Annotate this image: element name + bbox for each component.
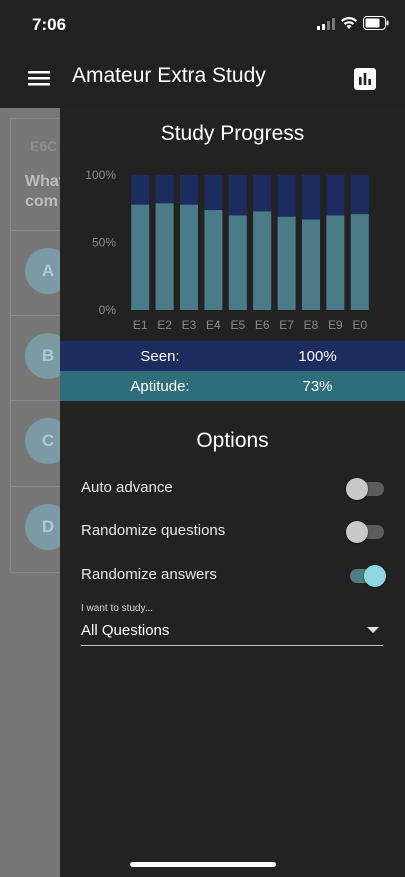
hamburger-menu-icon[interactable]: [28, 68, 50, 88]
aptitude-bar: [253, 211, 272, 310]
x-tick-label: E1: [133, 318, 148, 332]
option-auto-advance: Auto advance: [81, 475, 386, 501]
y-tick-label: 50%: [92, 236, 116, 250]
x-tick-label: E7: [279, 318, 294, 332]
seen-stat-row: Seen: 100%: [60, 341, 405, 371]
chevron-down-icon: [367, 627, 379, 633]
battery-icon: [363, 16, 389, 30]
aptitude-bar: [326, 215, 345, 310]
seen-label: Seen:: [140, 348, 180, 365]
aptitude-stat-row: Aptitude: 73%: [60, 371, 405, 401]
aptitude-bar: [131, 204, 150, 310]
x-tick-label: E5: [230, 318, 245, 332]
status-bar: 7:06: [0, 0, 405, 50]
toggle-thumb: [346, 521, 368, 543]
aptitude-bar: [180, 204, 198, 310]
y-tick-label: 100%: [85, 168, 116, 182]
question-line: What: [25, 173, 65, 190]
aptitude-bar: [228, 215, 247, 310]
x-tick-label: E3: [182, 318, 197, 332]
home-indicator: [130, 862, 276, 867]
study-select-caption: I want to study...: [81, 603, 154, 614]
option-label: Randomize answers: [81, 566, 217, 583]
option-label: Auto advance: [81, 479, 173, 496]
x-tick-label: E8: [304, 318, 319, 332]
app-bar: Amateur Extra Study: [0, 50, 405, 108]
aptitude-bar: [302, 219, 320, 310]
x-tick-label: E4: [206, 318, 221, 332]
study-select-value: All Questions: [81, 622, 170, 639]
randomize-questions-toggle[interactable]: [346, 521, 386, 543]
cellular-signal-icon: [317, 18, 335, 30]
x-tick-label: E0: [352, 318, 367, 332]
x-tick-label: E2: [157, 318, 172, 332]
option-randomize-questions: Randomize questions: [81, 518, 386, 544]
aptitude-bar: [155, 203, 174, 310]
y-tick-label: 0%: [99, 303, 117, 317]
status-time: 7:06: [32, 15, 67, 34]
progress-chart-svg: 100% 50% 0% E1 E2 E3 E4 E5 E6 E7 E8 E9 E0: [85, 168, 369, 332]
study-progress-drawer: Study Progress 100% 50% 0% E1 E2 E3 E4 E5 E6 E7 E8…: [60, 108, 405, 877]
options-title: Options: [196, 429, 269, 452]
study-select[interactable]: All Questions: [81, 618, 383, 646]
bar-chart-icon[interactable]: [354, 68, 376, 90]
app-title: Amateur Extra Study: [72, 64, 266, 87]
question-line: com: [25, 193, 58, 210]
seen-value: 100%: [298, 348, 337, 365]
aptitude-bar: [277, 216, 296, 310]
x-tick-label: E9: [328, 318, 343, 332]
aptitude-bar: [204, 210, 223, 310]
question-code: E6C: [30, 138, 58, 154]
aptitude-value: 73%: [302, 378, 333, 395]
drawer-title: Study Progress: [160, 122, 305, 145]
option-label: Randomize questions: [81, 522, 226, 539]
toggle-thumb: [346, 478, 368, 500]
toggle-thumb: [364, 565, 386, 587]
randomize-answers-toggle[interactable]: [346, 565, 386, 587]
option-randomize-answers: Randomize answers: [81, 562, 386, 588]
question-text: What com: [25, 172, 65, 212]
aptitude-label: Aptitude:: [130, 378, 190, 395]
x-tick-label: E6: [255, 318, 270, 332]
wifi-icon: [341, 17, 357, 29]
progress-chart: 100% 50% 0% E1 E2 E3 E4 E5 E6 E7 E8 E9 E0: [60, 158, 405, 338]
auto-advance-toggle[interactable]: [346, 478, 386, 500]
aptitude-bar: [350, 214, 369, 310]
